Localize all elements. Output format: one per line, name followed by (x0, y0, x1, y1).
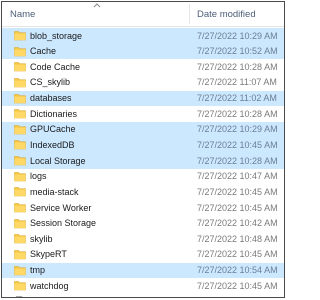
file-name: Session Storage (30, 218, 97, 229)
file-name: databases (30, 93, 72, 104)
file-name: logs (30, 171, 47, 182)
folder-icon (14, 218, 26, 229)
file-name: Service Worker (30, 202, 92, 213)
file-row[interactable]: media-stack 7/27/2022 10:45 AM (2, 184, 284, 200)
folder-icon (14, 202, 26, 213)
file-name: SkypeRT (30, 249, 67, 260)
file-name: Dictionaries (30, 108, 78, 119)
folder-icon (14, 280, 26, 291)
file-name: IndexedDB (30, 139, 75, 150)
file-row[interactable]: logs 7/27/2022 10:47 AM (2, 169, 284, 185)
file-row[interactable]: blob_storage 7/27/2022 10:29 AM (2, 28, 284, 44)
file-row[interactable]: Code Cache 7/27/2022 10:28 AM (2, 59, 284, 75)
folder-icon (14, 265, 26, 276)
file-row[interactable]: Local Storage 7/27/2022 10:28 AM (2, 153, 284, 169)
file-date-modified: 7/27/2022 10:52 AM (197, 46, 278, 57)
file-row[interactable]: databases 7/27/2022 11:02 AM (2, 90, 284, 107)
column-header-bar: Name Date modified (2, 2, 284, 27)
file-name: Local Storage (30, 155, 86, 166)
folder-icon (14, 139, 26, 150)
file-name: tmp (30, 265, 46, 276)
file-date-modified: 7/27/2022 10:45 AM (197, 249, 278, 260)
folder-icon (14, 124, 26, 135)
file-date-modified: 7/27/2022 10:47 AM (197, 171, 278, 182)
file-date-modified: 7/27/2022 10:45 AM (197, 186, 278, 197)
file-date-modified: 7/27/2022 10:42 AM (197, 218, 278, 229)
file-date-modified: 7/27/2022 11:06 AM (197, 296, 277, 297)
column-divider[interactable] (189, 4, 190, 24)
date-modified-column-header[interactable]: Date modified (197, 9, 256, 20)
folder-icon (14, 171, 26, 182)
file-row[interactable]: GPUCache 7/27/2022 10:29 AM (2, 121, 284, 138)
folder-icon (14, 186, 26, 197)
file-row[interactable]: skylib 7/27/2022 10:48 AM (2, 231, 284, 247)
file-list: blob_storage 7/27/2022 10:29 AM Cache 7/27/… (2, 28, 284, 297)
folder-icon (14, 61, 26, 72)
file-icon (14, 296, 26, 297)
file-date-modified: 7/27/2022 10:28 AM (197, 155, 278, 166)
file-name: Code Cache (30, 61, 81, 72)
file-date-modified: 7/27/2022 10:28 AM (197, 108, 278, 119)
folder-icon (14, 30, 26, 41)
file-list-pane: Name Date modified blob_storage 7/27/2022… (1, 1, 285, 298)
folder-icon (14, 93, 26, 104)
file-date-modified: 7/27/2022 10:54 AM (197, 265, 278, 276)
file-date-modified: 7/27/2022 11:07 AM (197, 77, 277, 88)
file-date-modified: 7/27/2022 11:02 AM (197, 93, 277, 104)
file-name: CS_skylib (30, 77, 71, 88)
folder-icon (14, 249, 26, 260)
file-name: skylib (30, 233, 53, 244)
file-date-modified: 7/27/2022 10:28 AM (197, 61, 278, 72)
file-row[interactable]: SkypeRT 7/27/2022 10:45 AM (2, 247, 284, 263)
file-row[interactable]: IndexedDB 7/27/2022 10:45 AM (2, 137, 284, 154)
folder-icon (14, 155, 26, 166)
folder-icon (14, 46, 26, 57)
file-name: Cache (30, 46, 57, 57)
file-row[interactable]: watchdog 7/27/2022 10:45 AM (2, 278, 284, 294)
file-row[interactable]: tmp 7/27/2022 10:54 AM (2, 262, 284, 279)
file-name: media-stack (30, 186, 79, 197)
file-row[interactable]: Cookies 7/27/2022 11:06 AM (2, 294, 284, 297)
file-date-modified: 7/27/2022 10:48 AM (197, 233, 278, 244)
file-row[interactable]: CS_skylib 7/27/2022 11:07 AM (2, 75, 284, 91)
file-date-modified: 7/27/2022 10:45 AM (197, 280, 278, 291)
file-date-modified: 7/27/2022 10:29 AM (197, 124, 278, 135)
file-name: blob_storage (30, 30, 83, 41)
file-row[interactable]: Cache 7/27/2022 10:52 AM (2, 43, 284, 60)
file-row[interactable]: Service Worker 7/27/2022 10:45 AM (2, 200, 284, 216)
file-name: Cookies (30, 296, 63, 297)
folder-icon (14, 108, 26, 119)
file-row[interactable]: Session Storage 7/27/2022 10:42 AM (2, 216, 284, 232)
file-name: watchdog (30, 280, 69, 291)
name-column-header[interactable]: Name (10, 9, 35, 20)
folder-icon (14, 233, 26, 244)
file-date-modified: 7/27/2022 10:29 AM (197, 30, 278, 41)
folder-icon (14, 77, 26, 88)
file-row[interactable]: Dictionaries 7/27/2022 10:28 AM (2, 106, 284, 122)
file-date-modified: 7/27/2022 10:45 AM (197, 202, 278, 213)
file-name: GPUCache (30, 124, 76, 135)
file-date-modified: 7/27/2022 10:45 AM (197, 139, 278, 150)
chevron-up-icon (93, 3, 101, 8)
